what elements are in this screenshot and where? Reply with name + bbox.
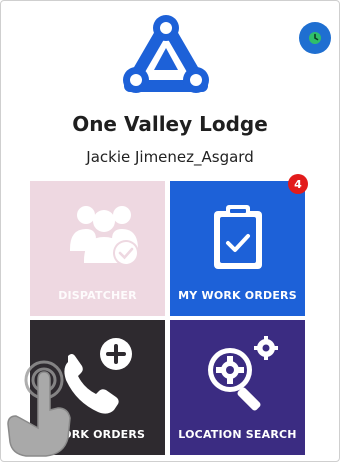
org-name: One Valley Lodge [72, 112, 268, 136]
tile-my-work-orders[interactable]: MY WORK ORDERS [170, 181, 305, 316]
tile-label: DISPATCHER [58, 289, 137, 302]
tile-dispatcher[interactable]: DISPATCHER [30, 181, 165, 316]
status-indicator[interactable] [299, 22, 331, 54]
clock-icon [309, 32, 321, 44]
tile-label: MY WORK ORDERS [178, 289, 297, 302]
group-check-icon [70, 206, 139, 266]
tile-label: LOCATION SEARCH [178, 428, 297, 441]
user-name: Jackie Jimenez_Asgard [86, 148, 254, 166]
tile-location-search[interactable]: LOCATION SEARCH [170, 320, 305, 455]
tap-hand-icon [7, 360, 71, 457]
triangle-nodes-logo [123, 15, 209, 93]
gear-search-icon [208, 336, 278, 411]
clipboard-check-icon [214, 205, 262, 269]
notification-badge: 4 [288, 174, 308, 194]
